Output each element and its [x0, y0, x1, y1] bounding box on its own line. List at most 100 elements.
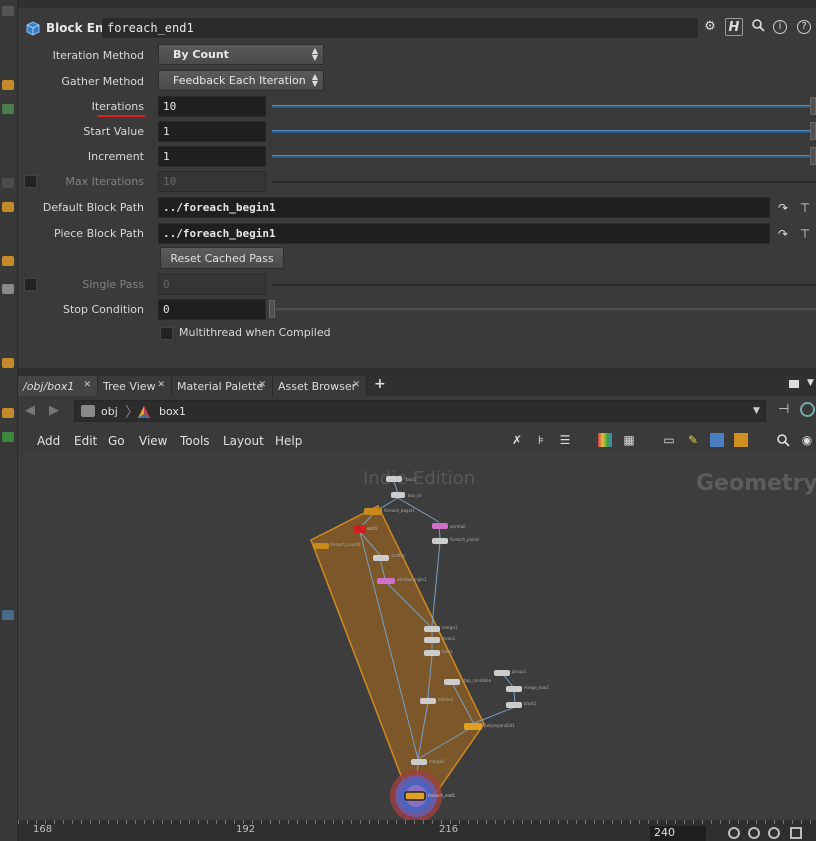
path-segment-obj[interactable]: obj [101, 405, 118, 418]
menu-layout[interactable]: Layout [223, 434, 264, 448]
tree-icon[interactable]: ⊧ [534, 433, 548, 447]
iteration-method-dropdown[interactable]: By Count ▲ ▼ [158, 44, 324, 65]
range-icon[interactable] [790, 827, 802, 839]
single-pass-field[interactable]: 0 [158, 274, 266, 295]
node-primtail[interactable]: primtail [432, 523, 465, 529]
pin-icon[interactable]: ⊣ [778, 402, 789, 417]
menu-tools[interactable]: Tools [180, 434, 210, 448]
start-value-field[interactable]: 1 [158, 121, 266, 142]
menu-view[interactable]: View [139, 434, 167, 448]
back-arrow-icon[interactable]: ◀ [25, 403, 35, 418]
menu-edit[interactable]: Edit [74, 434, 97, 448]
svg-text:stop_condition: stop_condition [462, 678, 492, 683]
node-box1[interactable]: box1 [386, 476, 416, 482]
node-box-id[interactable]: box_id [391, 492, 421, 498]
increment-slider-handle[interactable] [810, 147, 816, 165]
info-icon[interactable]: i [773, 20, 787, 34]
gear-icon[interactable]: ⚙ [701, 18, 719, 36]
sticky-note-icon[interactable]: ✎ [686, 433, 700, 447]
timeline-bar[interactable]: 168 192 216 240 [18, 820, 816, 841]
select-tool-icon[interactable] [2, 80, 14, 90]
close-icon[interactable]: ✕ [83, 380, 91, 390]
node-blast1[interactable]: blast1 [506, 701, 537, 708]
menu-add[interactable]: Add [37, 434, 60, 448]
menu-go[interactable]: Go [108, 434, 125, 448]
search-icon[interactable] [776, 433, 790, 447]
for-each-network-box[interactable] [310, 504, 485, 797]
shade-tool-icon[interactable] [2, 432, 14, 442]
stop-condition-slider-handle[interactable] [269, 300, 275, 318]
stop-condition-field[interactable]: 0 [158, 299, 266, 320]
camera-tool-icon[interactable] [2, 610, 14, 620]
start-value-slider-handle[interactable] [810, 122, 816, 140]
forward-arrow-icon[interactable]: ▶ [49, 403, 59, 418]
node-merge1[interactable]: merge1 [424, 625, 458, 632]
node-chooser-icon[interactable]: ⊤ [797, 226, 813, 242]
add-tab-icon[interactable]: + [374, 376, 386, 392]
close-icon[interactable]: ✕ [157, 380, 165, 390]
eye-icon[interactable]: ◉ [800, 433, 814, 447]
increment-slider[interactable] [272, 155, 810, 158]
tab-asset-browser[interactable]: Asset Browser ✕ [273, 376, 367, 396]
network-box-icon[interactable]: ▭ [662, 433, 676, 447]
view-tool-icon[interactable] [2, 178, 14, 188]
move-tool-icon[interactable] [2, 104, 14, 114]
color-palette-icon[interactable] [598, 433, 612, 447]
node-polyexpand2d1[interactable]: polyexpand2d1 [464, 723, 515, 730]
wrench-icon[interactable]: ✗ [510, 433, 524, 447]
tab-obj-box1[interactable]: /obj/box1 ✕ [18, 376, 98, 396]
pane-layout-icon[interactable] [789, 380, 799, 388]
network-path[interactable]: obj 〉 box1 ▼ [74, 400, 766, 422]
jump-to-node-icon[interactable]: ↷ [775, 226, 791, 242]
loop-icon[interactable] [768, 827, 780, 839]
menu-help[interactable]: Help [275, 434, 302, 448]
node-foreach-begin1[interactable]: foreach_begin1 [364, 508, 415, 515]
node-stop-condition[interactable]: stop_condition [444, 678, 492, 685]
path-dropdown-icon[interactable]: ▼ [753, 406, 760, 416]
iterations-field[interactable]: 10 [158, 96, 266, 117]
search-icon[interactable] [749, 18, 767, 36]
gather-method-dropdown[interactable]: Feedback Each Iteration ▲ ▼ [158, 70, 324, 91]
max-iterations-slider[interactable] [272, 180, 816, 183]
display-tool-icon[interactable] [2, 408, 14, 418]
default-block-path-field[interactable]: ../foreach_begin1 [158, 197, 770, 218]
stop-condition-slider[interactable] [272, 308, 816, 311]
node-foreach-points[interactable]: foreach_points [432, 537, 479, 544]
iterations-slider[interactable] [272, 105, 810, 108]
node-group1[interactable]: group1 [494, 669, 527, 676]
multithread-checkbox[interactable] [160, 327, 173, 340]
path-segment-box1[interactable]: box1 [159, 405, 186, 418]
shape-palette-icon[interactable]: ▦ [622, 433, 636, 447]
piece-block-path-field[interactable]: ../foreach_begin1 [158, 223, 770, 244]
jump-to-node-icon[interactable]: ↷ [775, 200, 791, 216]
handle-tool-icon[interactable] [2, 202, 14, 212]
single-pass-slider[interactable] [272, 283, 816, 286]
realtime-icon[interactable] [748, 827, 760, 839]
close-icon[interactable]: ✕ [258, 380, 266, 390]
dot-icon[interactable] [734, 433, 748, 447]
node-name-field[interactable]: foreach_end1 [102, 18, 698, 38]
pin-tool-icon[interactable] [2, 284, 14, 294]
reset-cached-pass-button[interactable]: Reset Cached Pass [160, 247, 284, 269]
start-value-slider[interactable] [272, 130, 810, 133]
key-icon[interactable] [728, 827, 740, 839]
node-chooser-icon[interactable]: ⊤ [797, 200, 813, 216]
help-h-icon[interactable]: H [725, 18, 743, 36]
max-iterations-field[interactable]: 10 [158, 171, 266, 192]
iterations-slider-handle[interactable] [810, 97, 816, 115]
help-icon[interactable]: ? [797, 20, 811, 34]
tab-tree-view[interactable]: Tree View ✕ [98, 376, 172, 396]
image-icon[interactable] [710, 433, 724, 447]
network-editor[interactable]: Indie Edition Geometry box1 box_id forea… [18, 454, 816, 820]
list-icon[interactable]: ☰ [558, 433, 572, 447]
increment-field[interactable]: 1 [158, 146, 266, 167]
close-icon[interactable]: ✕ [352, 380, 360, 390]
pane-menu-icon[interactable]: ▼ [807, 378, 814, 388]
current-frame-field[interactable]: 240 [650, 826, 706, 841]
tab-material-palette[interactable]: Material Palette ✕ [172, 376, 273, 396]
tool-icon[interactable] [2, 6, 14, 16]
link-icon[interactable] [800, 402, 815, 417]
snap-tool-icon[interactable] [2, 358, 14, 368]
pose-tool-icon[interactable] [2, 256, 14, 266]
node-merge-box1[interactable]: merge_box1 [506, 685, 549, 692]
